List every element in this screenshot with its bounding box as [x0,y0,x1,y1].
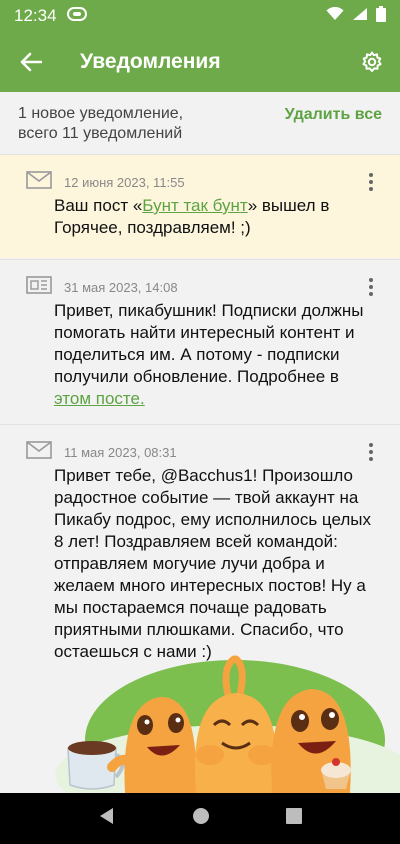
status-time: 12:34 [14,6,57,25]
nav-back-button[interactable] [98,807,116,830]
notification-text: Привет тебе, @Bacchus1! Произошло радост… [54,466,371,661]
notification-item[interactable]: 31 мая 2023, 14:08 Привет, пикабушник! П… [0,259,400,423]
summary-total-count: всего 11 уведомлений [18,125,183,142]
notification-item[interactable]: 12 июня 2023, 11:55 Ваш пост «Бунт так б… [0,154,400,258]
notification-text: Привет, пикабушник! Подписки должны помо… [54,301,364,408]
status-bar: 12:34 [0,0,400,32]
notifications-summary: 1 новое уведомление, всего 11 уведомлени… [0,92,400,154]
triangle-back-icon [100,808,113,824]
notification-date: 11 мая 2023, 08:31 [64,445,177,460]
notification-date: 31 мая 2023, 14:08 [64,280,178,295]
gear-icon [362,51,382,72]
notification-status-icon [66,6,87,26]
square-recents-icon [286,808,302,824]
notification-item[interactable]: 11 мая 2023, 08:31 Привет тебе, @Bacchus… [0,424,400,661]
birthday-illustration [0,655,400,793]
notification-date: 12 июня 2023, 11:55 [64,175,185,190]
arrow-left-icon [20,52,42,72]
summary-new-count: 1 новое уведомление, [18,105,184,122]
envelope-icon [26,441,52,464]
wifi-icon [326,6,344,26]
app-bar: Уведомления [0,32,400,92]
battery-icon [376,5,386,27]
page-title: Уведомления [80,50,221,73]
nav-home-button[interactable] [192,807,210,830]
post-link[interactable]: Бунт так бунт [142,196,247,215]
more-options-button[interactable] [368,278,374,299]
signal-icon [352,6,368,26]
envelope-icon [26,171,52,194]
more-options-button[interactable] [368,173,374,194]
post-link[interactable]: этом посте. [54,389,145,408]
circle-home-icon [193,808,209,824]
delete-all-button[interactable]: Удалить все [285,106,382,154]
more-options-button[interactable] [368,443,374,464]
newspaper-icon [26,276,52,299]
system-navigation-bar [0,793,400,844]
notification-text: Ваш пост «Бунт так бунт» вышел в Горячее… [54,196,330,237]
settings-button[interactable] [344,32,400,92]
nav-recents-button[interactable] [286,808,302,829]
back-button[interactable] [0,32,62,92]
